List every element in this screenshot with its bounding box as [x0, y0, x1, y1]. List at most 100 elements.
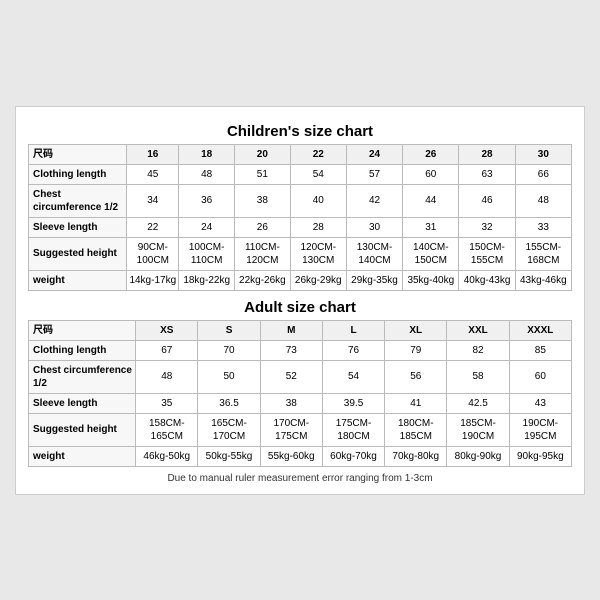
children-table: 尺码1618202224262830 Clothing length454851…: [28, 144, 572, 291]
row-cell: 80kg-90kg: [447, 446, 509, 466]
row-cell: 190CM-195CM: [509, 413, 571, 446]
adult-header-cell: XXXL: [509, 320, 571, 340]
row-cell: 50: [198, 360, 260, 393]
row-cell: 30: [346, 217, 402, 237]
row-cell: 67: [136, 340, 198, 360]
table-row: Chest circumference 1/23436384042444648: [29, 184, 572, 217]
table-row: Sleeve length3536.53839.54142.543: [29, 393, 572, 413]
row-cell: 79: [385, 340, 447, 360]
row-label: Clothing length: [29, 164, 127, 184]
row-label: Suggested height: [29, 237, 127, 270]
row-cell: 42.5: [447, 393, 509, 413]
row-cell: 43: [509, 393, 571, 413]
row-cell: 120CM-130CM: [290, 237, 346, 270]
row-cell: 130CM-140CM: [346, 237, 402, 270]
children-header-cell: 尺码: [29, 144, 127, 164]
row-cell: 90kg-95kg: [509, 446, 571, 466]
row-cell: 35kg-40kg: [403, 270, 459, 290]
chart-container: Children's size chart 尺码1618202224262830…: [15, 106, 585, 495]
row-cell: 58: [447, 360, 509, 393]
row-cell: 36.5: [198, 393, 260, 413]
children-header-cell: 22: [290, 144, 346, 164]
row-cell: 38: [260, 393, 322, 413]
table-row: Suggested height158CM-165CM165CM-170CM17…: [29, 413, 572, 446]
row-cell: 26kg-29kg: [290, 270, 346, 290]
row-cell: 150CM-155CM: [459, 237, 515, 270]
row-cell: 170CM-175CM: [260, 413, 322, 446]
adult-header-cell: XS: [136, 320, 198, 340]
row-cell: 40kg-43kg: [459, 270, 515, 290]
row-cell: 140CM-150CM: [403, 237, 459, 270]
row-cell: 14kg-17kg: [127, 270, 179, 290]
row-cell: 44: [403, 184, 459, 217]
row-cell: 35: [136, 393, 198, 413]
children-header-cell: 26: [403, 144, 459, 164]
children-header-cell: 24: [346, 144, 402, 164]
row-cell: 48: [179, 164, 235, 184]
children-header-cell: 28: [459, 144, 515, 164]
row-cell: 54: [290, 164, 346, 184]
row-cell: 28: [290, 217, 346, 237]
row-cell: 63: [459, 164, 515, 184]
row-cell: 55kg-60kg: [260, 446, 322, 466]
row-cell: 42: [346, 184, 402, 217]
row-cell: 60kg-70kg: [322, 446, 384, 466]
row-cell: 31: [403, 217, 459, 237]
row-label: Sleeve length: [29, 393, 136, 413]
row-cell: 22kg-26kg: [235, 270, 291, 290]
children-header-cell: 30: [515, 144, 571, 164]
row-label: weight: [29, 270, 127, 290]
row-label: Chest circumference 1/2: [29, 360, 136, 393]
row-label: Sleeve length: [29, 217, 127, 237]
row-cell: 57: [346, 164, 402, 184]
row-cell: 36: [179, 184, 235, 217]
adult-header-cell: XXL: [447, 320, 509, 340]
row-cell: 54: [322, 360, 384, 393]
row-cell: 33: [515, 217, 571, 237]
row-cell: 100CM-110CM: [179, 237, 235, 270]
row-cell: 60: [403, 164, 459, 184]
row-cell: 60: [509, 360, 571, 393]
table-row: weight14kg-17kg18kg-22kg22kg-26kg26kg-29…: [29, 270, 572, 290]
row-cell: 32: [459, 217, 515, 237]
adult-header-cell: M: [260, 320, 322, 340]
children-header-cell: 16: [127, 144, 179, 164]
row-cell: 175CM-180CM: [322, 413, 384, 446]
row-cell: 180CM-185CM: [385, 413, 447, 446]
row-cell: 24: [179, 217, 235, 237]
row-cell: 46kg-50kg: [136, 446, 198, 466]
adult-table: 尺码XSSMLXLXXLXXXL Clothing length67707376…: [28, 320, 572, 467]
row-cell: 48: [515, 184, 571, 217]
row-label: Clothing length: [29, 340, 136, 360]
row-cell: 41: [385, 393, 447, 413]
table-row: Clothing length67707376798285: [29, 340, 572, 360]
row-cell: 50kg-55kg: [198, 446, 260, 466]
table-row: Suggested height90CM-100CM100CM-110CM110…: [29, 237, 572, 270]
row-cell: 46: [459, 184, 515, 217]
adult-title: Adult size chart: [28, 299, 572, 316]
row-cell: 185CM-190CM: [447, 413, 509, 446]
table-row: Sleeve length2224262830313233: [29, 217, 572, 237]
children-header-cell: 18: [179, 144, 235, 164]
adult-header-cell: 尺码: [29, 320, 136, 340]
row-cell: 90CM-100CM: [127, 237, 179, 270]
row-cell: 38: [235, 184, 291, 217]
row-cell: 70kg-80kg: [385, 446, 447, 466]
row-cell: 48: [136, 360, 198, 393]
row-cell: 40: [290, 184, 346, 217]
adult-header-cell: XL: [385, 320, 447, 340]
row-cell: 29kg-35kg: [346, 270, 402, 290]
row-cell: 43kg-46kg: [515, 270, 571, 290]
row-cell: 45: [127, 164, 179, 184]
row-cell: 34: [127, 184, 179, 217]
row-cell: 110CM-120CM: [235, 237, 291, 270]
row-cell: 70: [198, 340, 260, 360]
row-cell: 165CM-170CM: [198, 413, 260, 446]
row-cell: 158CM-165CM: [136, 413, 198, 446]
row-cell: 66: [515, 164, 571, 184]
children-header-cell: 20: [235, 144, 291, 164]
row-cell: 18kg-22kg: [179, 270, 235, 290]
row-cell: 155CM-168CM: [515, 237, 571, 270]
row-cell: 52: [260, 360, 322, 393]
table-row: weight46kg-50kg50kg-55kg55kg-60kg60kg-70…: [29, 446, 572, 466]
